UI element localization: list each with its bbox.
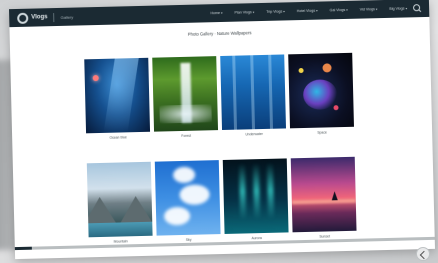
light-beam	[268, 54, 274, 129]
cloud	[179, 184, 210, 206]
gallery-card[interactable]: Forest	[152, 56, 219, 139]
browser-screen: Vlogs Gallery Home▾ Plan Vlogs▾ Trip Vlo…	[9, 0, 435, 260]
gallery-card[interactable]: Mountain	[86, 161, 153, 245]
gallery-card[interactable]: Aurora	[222, 158, 289, 241]
gallery-card[interactable]: Sunset	[290, 156, 357, 240]
gallery-thumbnail[interactable]	[152, 56, 219, 132]
gallery-grid: Ocean blue Forest Underwater Space Mount…	[9, 0, 435, 259]
nebula	[302, 79, 338, 111]
gallery-caption: Forest	[181, 133, 192, 138]
aurora-band	[266, 162, 275, 219]
gallery-card[interactable]: Ocean blue	[84, 57, 151, 141]
gallery-thumbnail[interactable]	[84, 57, 151, 134]
star	[298, 67, 304, 74]
aurora-band	[238, 163, 247, 220]
cloud	[172, 166, 196, 184]
gallery-card[interactable]: Space	[288, 52, 354, 136]
aurora-band	[252, 163, 261, 220]
gallery-caption: Space	[317, 130, 327, 135]
gallery-thumbnail[interactable]	[86, 161, 153, 238]
boat	[331, 191, 338, 201]
gallery-thumbnail[interactable]	[154, 160, 221, 236]
video-progress-fill	[14, 246, 32, 251]
star	[333, 105, 339, 111]
gallery-thumbnail[interactable]	[220, 54, 287, 130]
stream	[159, 104, 212, 124]
light-beam	[232, 55, 238, 130]
gallery-caption: Underwater	[245, 132, 263, 137]
horizon	[291, 198, 356, 205]
light-beam	[250, 55, 256, 130]
light-rays	[103, 58, 139, 133]
cloud	[163, 206, 191, 226]
back-button[interactable]	[416, 247, 430, 261]
sun-glow	[92, 74, 99, 82]
gallery-thumbnail[interactable]	[222, 158, 289, 234]
lake	[88, 221, 153, 238]
gallery-card[interactable]: Underwater	[220, 54, 287, 137]
gallery-thumbnail[interactable]	[290, 156, 357, 233]
gallery-card[interactable]: Sky	[154, 160, 221, 243]
planet	[322, 63, 332, 73]
gallery-thumbnail[interactable]	[288, 52, 354, 129]
gallery-caption: Ocean blue	[109, 135, 127, 140]
